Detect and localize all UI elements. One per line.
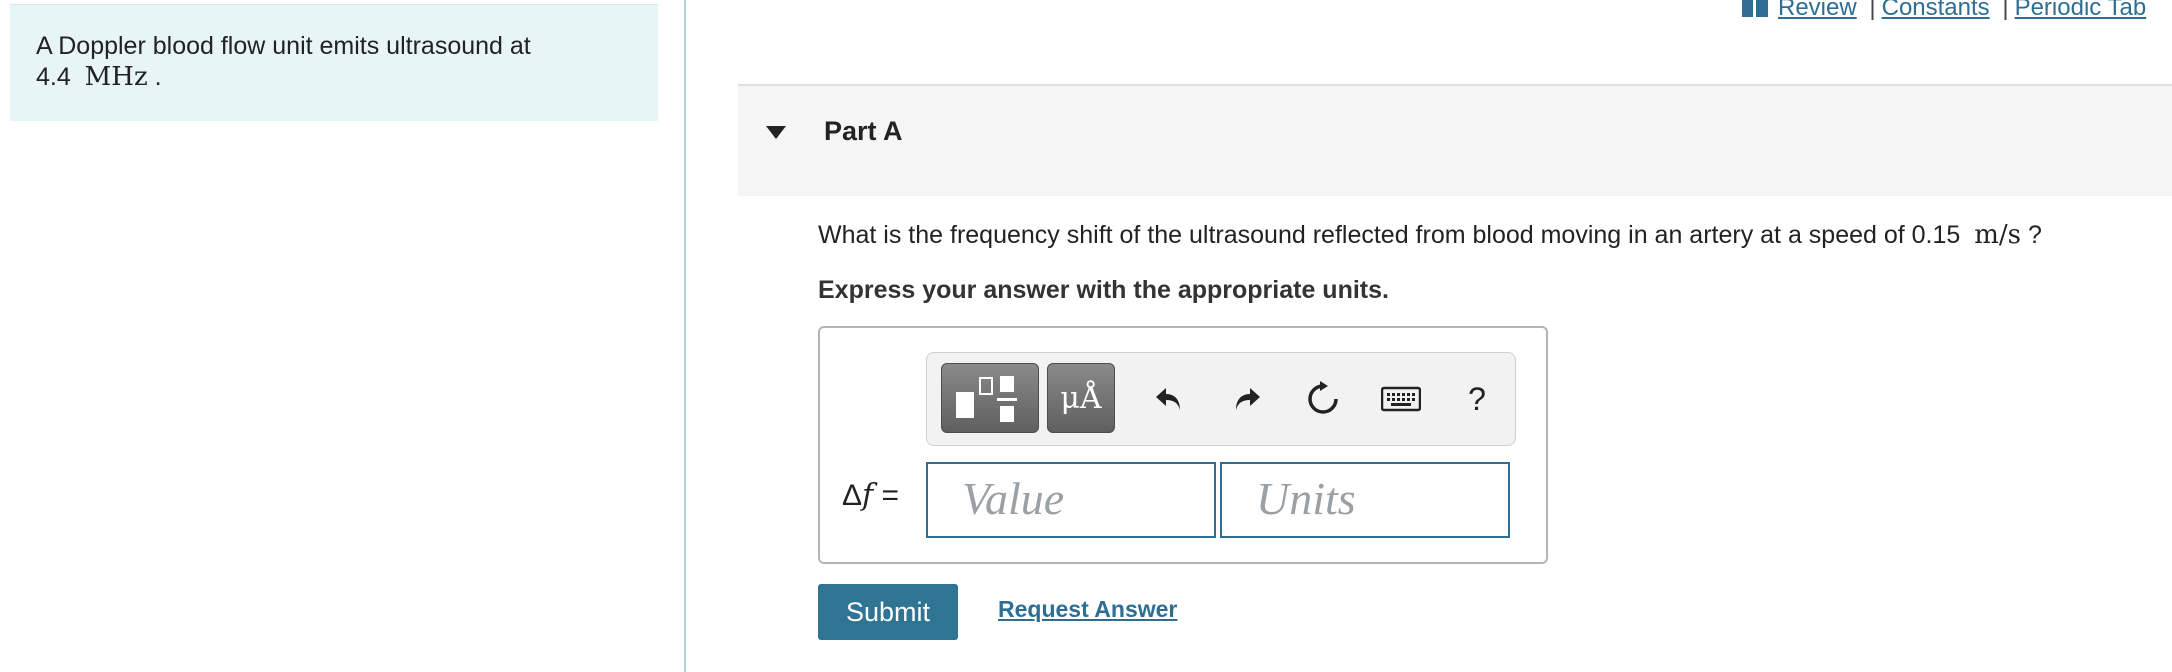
units-input[interactable]: Units: [1220, 462, 1510, 538]
redo-icon[interactable]: [1221, 373, 1273, 425]
value-input[interactable]: Value: [926, 462, 1216, 538]
part-title: Part A: [824, 116, 903, 146]
reset-icon[interactable]: [1297, 373, 1349, 425]
problem-text: A Doppler blood flow unit emits ultrasou…: [36, 32, 531, 60]
variable-f: f: [862, 478, 874, 513]
keyboard-icon[interactable]: [1375, 373, 1427, 425]
collapse-caret-icon[interactable]: [766, 126, 786, 139]
link-separator: |: [1869, 0, 1876, 21]
help-icon[interactable]: ?: [1451, 373, 1503, 425]
link-separator: |: [2002, 0, 2009, 21]
request-answer-link[interactable]: Request Answer: [998, 596, 1177, 623]
undo-icon[interactable]: [1143, 373, 1195, 425]
question-end: ?: [2027, 221, 2042, 249]
problem-unit: MHz: [84, 62, 148, 92]
book-icon: [1742, 0, 1768, 17]
fraction-template-icon: [956, 376, 1017, 422]
delta-symbol: Δ: [842, 479, 863, 512]
problem-value: 4.4: [36, 63, 71, 91]
panel-divider: [684, 0, 686, 672]
question-unit: m/s: [1974, 220, 2021, 250]
answer-variable-label: Δf =: [842, 478, 899, 513]
submit-button[interactable]: Submit: [818, 584, 958, 640]
part-a-header[interactable]: Part A: [738, 84, 2172, 196]
units-button[interactable]: μÅ: [1047, 363, 1115, 433]
periodic-table-link[interactable]: Periodic Tab: [2015, 0, 2147, 21]
answer-box: μÅ ? Δf = Value Units: [818, 326, 1548, 564]
problem-statement: A Doppler blood flow unit emits ultrasou…: [10, 5, 658, 121]
constants-link[interactable]: Constants: [1882, 0, 1990, 21]
question-body: What is the frequency shift of the ultra…: [818, 221, 1961, 249]
resource-links: Review | Constants | Periodic Tab: [1742, 0, 2146, 22]
answer-instruction: Express your answer with the appropriate…: [818, 276, 1389, 304]
problem-end: .: [154, 63, 162, 91]
question-text: What is the frequency shift of the ultra…: [818, 220, 2042, 250]
equals-sign: =: [881, 479, 900, 512]
review-link[interactable]: Review: [1778, 0, 1857, 21]
templates-button[interactable]: [941, 363, 1039, 433]
math-toolbar: μÅ ?: [926, 352, 1516, 446]
